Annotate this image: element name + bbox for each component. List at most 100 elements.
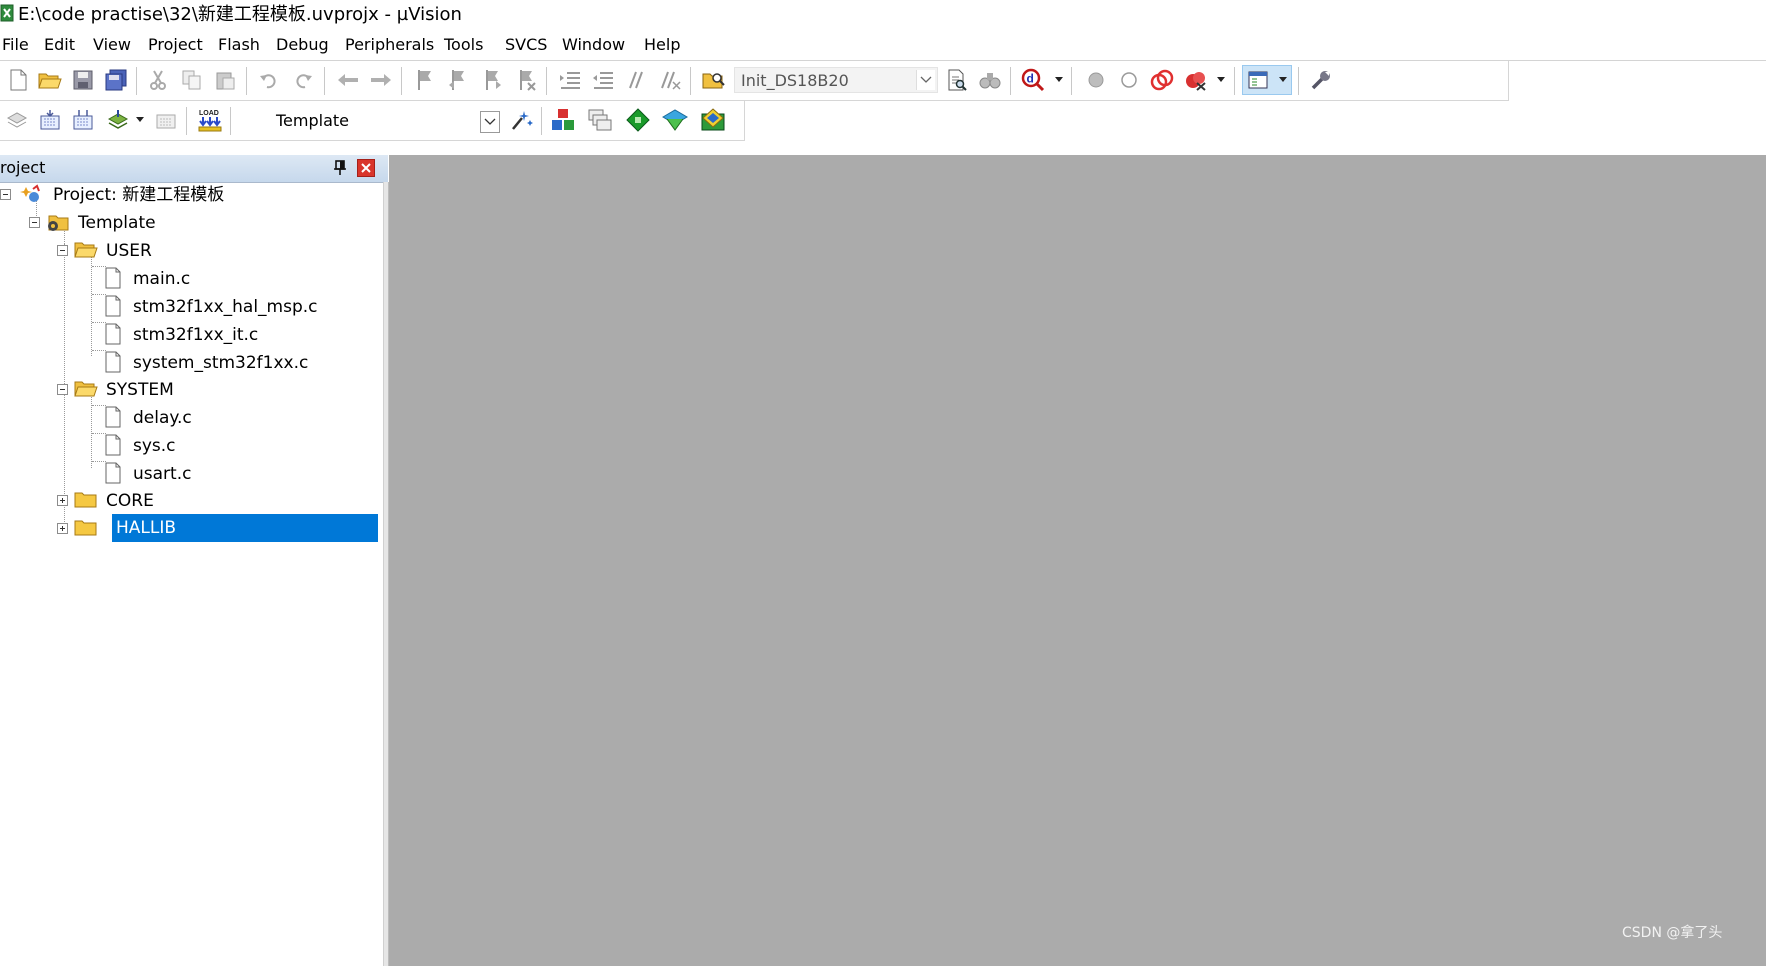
panel-splitter[interactable] [383, 182, 389, 966]
debug-magnifier-icon: d [1021, 68, 1045, 92]
menu-peripherals[interactable]: Peripherals [343, 34, 436, 56]
unindent-icon [593, 72, 613, 89]
open-file-button[interactable] [35, 65, 65, 95]
kill-all-breakpoints-button[interactable] [1181, 65, 1211, 95]
pack-update-button[interactable] [698, 105, 728, 135]
configure-button[interactable] [1306, 65, 1336, 95]
scissors-icon [150, 70, 166, 90]
save-all-button[interactable] [101, 65, 131, 95]
editor-area[interactable] [389, 155, 1766, 966]
select-packs-button[interactable] [585, 105, 615, 135]
target-folder-icon [48, 215, 69, 231]
unindent-button[interactable] [588, 65, 618, 95]
disable-all-breakpoints-button[interactable] [1147, 65, 1177, 95]
save-all-icon [105, 69, 127, 91]
find-replace-button[interactable] [975, 65, 1005, 95]
uvision-app-icon [0, 4, 14, 22]
uncomment-button[interactable] [655, 65, 685, 95]
arrow-right-icon [371, 74, 391, 86]
bookmark-toggle-button[interactable] [410, 65, 440, 95]
bookmark-previous-button[interactable] [443, 65, 473, 95]
menu-window[interactable]: Window [560, 34, 627, 56]
wrench-icon [1311, 71, 1330, 90]
save-button[interactable] [68, 65, 98, 95]
close-panel-button[interactable] [357, 159, 375, 177]
navigate-forward-button[interactable] [366, 65, 396, 95]
window-layout-dropdown-arrow[interactable] [1279, 77, 1287, 82]
packs-stack-icon [588, 109, 612, 131]
open-folder-icon [38, 73, 62, 89]
magic-wand-icon [512, 111, 533, 130]
rebuild-button[interactable] [68, 105, 98, 135]
batch-build-dropdown-arrow[interactable] [136, 117, 144, 122]
pack-installer-button[interactable] [660, 105, 690, 135]
file-icon [105, 462, 121, 484]
tree-label: main.c [133, 269, 191, 289]
incremental-find-button[interactable] [942, 65, 972, 95]
collapse-toggle[interactable] [57, 384, 68, 395]
menu-help[interactable]: Help [642, 34, 682, 56]
menu-flash[interactable]: Flash [216, 34, 262, 56]
target-select[interactable]: Template [264, 107, 500, 135]
save-icon [73, 70, 93, 90]
collapse-toggle[interactable] [29, 217, 40, 228]
menu-view[interactable]: View [91, 34, 133, 56]
new-file-button[interactable] [3, 65, 33, 95]
expand-toggle[interactable] [57, 523, 68, 534]
breakpoints-kill-icon [1186, 72, 1206, 91]
insert-breakpoint-button[interactable] [1081, 65, 1111, 95]
navigate-back-button[interactable] [333, 65, 363, 95]
tree-label: Template [78, 213, 156, 233]
comment-button[interactable] [621, 65, 651, 95]
breakpoint-filled-icon [1088, 72, 1104, 88]
paste-button[interactable] [210, 65, 240, 95]
rebuild-icon [73, 110, 93, 130]
menu-project[interactable]: Project [146, 34, 205, 56]
breakpoints-dropdown-arrow[interactable] [1217, 77, 1225, 82]
target-select-dropdown[interactable] [480, 111, 500, 133]
uncomment-icon [661, 71, 681, 90]
menu-edit[interactable]: Edit [42, 34, 77, 56]
download-button[interactable]: LOAD [195, 105, 225, 135]
window-layout-button[interactable] [1242, 65, 1292, 95]
project-icon [20, 184, 40, 202]
enable-breakpoint-button[interactable] [1114, 65, 1144, 95]
manage-project-items-button[interactable] [548, 105, 578, 135]
debug-dropdown-arrow[interactable] [1055, 77, 1063, 82]
bookmark-clear-button[interactable] [511, 65, 541, 95]
find-combo-dropdown[interactable] [916, 70, 935, 90]
manage-run-time-environment-button[interactable] [623, 105, 653, 135]
build-button[interactable] [35, 105, 65, 135]
pin-icon[interactable] [333, 160, 347, 176]
document-find-icon [948, 69, 967, 91]
undo-button[interactable] [254, 65, 284, 95]
tree-label: sys.c [133, 436, 176, 456]
translate-button[interactable] [2, 105, 32, 135]
expand-toggle[interactable] [57, 495, 68, 506]
menu-tools[interactable]: Tools [442, 34, 485, 56]
green-diamond-icon [626, 108, 650, 132]
copy-button[interactable] [177, 65, 207, 95]
project-items-icon [552, 109, 574, 130]
collapse-toggle[interactable] [57, 245, 68, 256]
batch-build-button[interactable] [103, 105, 133, 135]
indent-button[interactable] [555, 65, 585, 95]
options-for-target-button[interactable] [507, 105, 537, 135]
collapse-toggle[interactable] [0, 189, 11, 200]
title-bar: E:\code practise\32\新建工程模板.uvprojx - µVi… [0, 0, 1766, 26]
menu-svcs[interactable]: SVCS [503, 34, 549, 56]
debug-session-button[interactable]: d [1018, 65, 1048, 95]
bookmark-clear-icon [520, 70, 536, 91]
cut-button[interactable] [143, 65, 173, 95]
menu-file[interactable]: File [0, 34, 31, 56]
redo-button[interactable] [288, 65, 318, 95]
find-combo-value: Init_DS18B20 [741, 71, 849, 90]
file-icon [105, 351, 121, 373]
stop-build-button[interactable] [151, 105, 181, 135]
tree-label: HALLIB [112, 514, 378, 542]
find-in-files-button[interactable] [699, 65, 729, 95]
menu-debug[interactable]: Debug [274, 34, 331, 56]
chevron-down-icon [920, 76, 932, 83]
bookmark-next-button[interactable] [477, 65, 507, 95]
find-combo[interactable]: Init_DS18B20 [734, 67, 938, 93]
